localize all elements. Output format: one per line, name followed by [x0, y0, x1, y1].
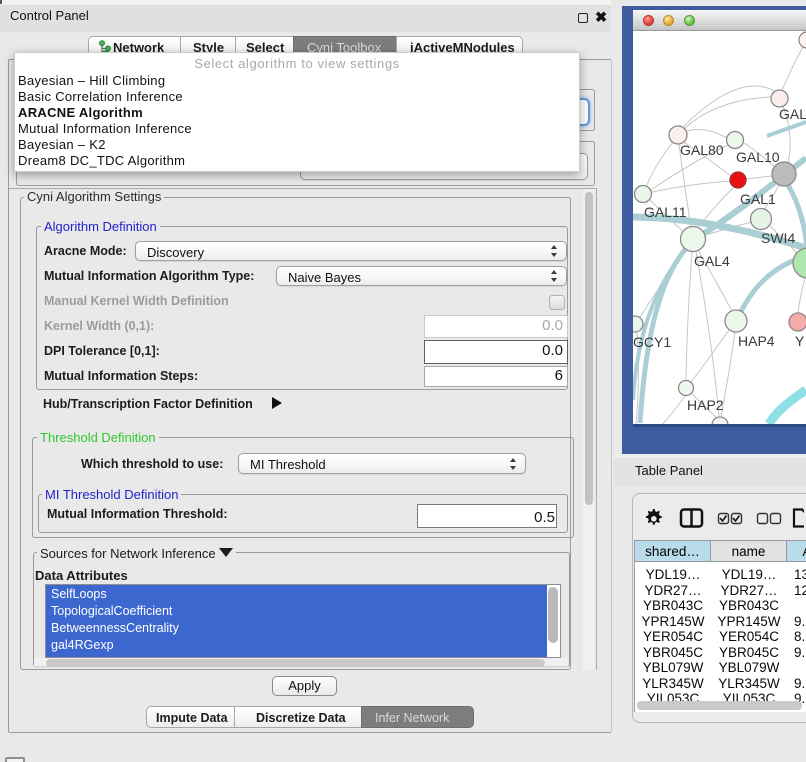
svg-text:Y: Y [795, 333, 805, 349]
svg-text:HAP4: HAP4 [738, 333, 775, 349]
svg-text:GAL4: GAL4 [694, 253, 730, 269]
svg-text:SWI4: SWI4 [761, 230, 795, 246]
svg-text:GAL80: GAL80 [680, 142, 724, 158]
svg-text:HAP2: HAP2 [687, 397, 724, 413]
svg-text:GAL11: GAL11 [644, 204, 687, 220]
svg-text:GCY1: GCY1 [633, 334, 671, 350]
svg-text:GAL1: GAL1 [740, 191, 776, 207]
svg-text:GAL10: GAL10 [736, 149, 780, 165]
svg-text:GALT: GALT [779, 106, 806, 122]
